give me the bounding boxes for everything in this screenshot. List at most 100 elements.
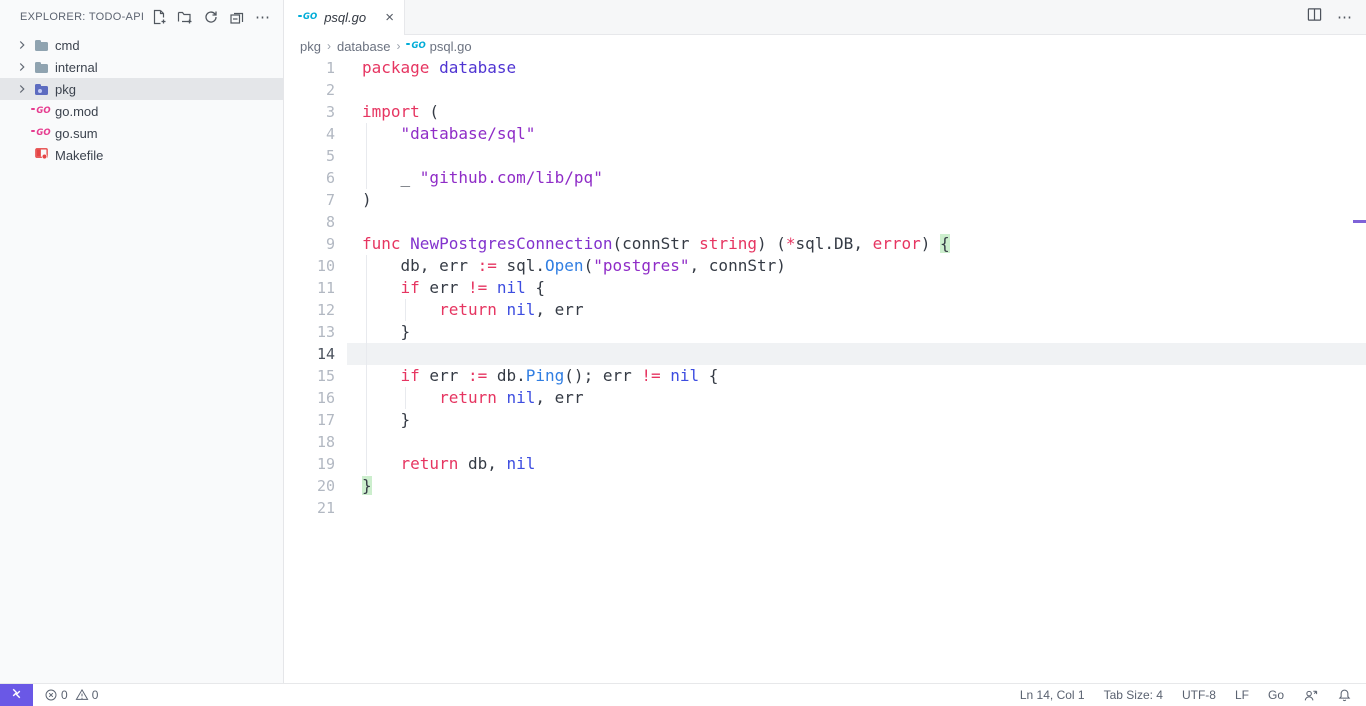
line-number: 4 [285, 123, 347, 145]
tree-item-pkg[interactable]: pkg [0, 78, 283, 100]
code-token: "database/sql" [401, 124, 536, 143]
code-token [401, 234, 411, 253]
new-file-icon[interactable] [151, 9, 167, 25]
code-token: return [439, 388, 497, 407]
line-content: package database [347, 57, 1366, 79]
status-item[interactable]: Tab Size: 4 [1104, 688, 1163, 702]
code-token: } [362, 322, 410, 341]
code-line[interactable]: 13 } [285, 321, 1366, 343]
code-line[interactable]: 9 func NewPostgresConnection(connStr str… [285, 233, 1366, 255]
code-line[interactable]: 5 [285, 145, 1366, 167]
line-number: 2 [285, 79, 347, 101]
notifications-bell-icon[interactable] [1337, 688, 1352, 703]
code-line[interactable]: 11 if err != nil { [285, 277, 1366, 299]
line-content: ) [347, 189, 1366, 211]
line-number: 20 [285, 475, 347, 497]
code-line[interactable]: 21 [285, 497, 1366, 519]
code-line[interactable]: 14 [285, 343, 1366, 365]
code-token: := [468, 366, 487, 385]
code-line[interactable]: 8 [285, 211, 1366, 233]
tree-item-go-sum[interactable]: GO go.sum [0, 122, 283, 144]
file-tree: cmd internal pkg GO go.mod [0, 34, 283, 166]
tree-item-go-mod[interactable]: GO go.mod [0, 100, 283, 122]
code-line[interactable]: 10 db, err := sql.Open("postgres", connS… [285, 255, 1366, 277]
status-item[interactable]: Ln 14, Col 1 [1020, 688, 1085, 702]
line-content: import ( [347, 101, 1366, 123]
breadcrumb-item[interactable]: database [337, 39, 391, 54]
status-item[interactable]: UTF-8 [1182, 688, 1216, 702]
tab-label: psql.go [324, 10, 385, 25]
code-token: , err [535, 300, 583, 319]
folder-icon [35, 64, 48, 73]
tree-item-internal[interactable]: internal [0, 56, 283, 78]
new-folder-icon[interactable] [177, 9, 193, 25]
code-token: nil [497, 278, 526, 297]
tree-item-cmd[interactable]: cmd [0, 34, 283, 56]
explorer-title: EXPLORER: TODO-API [20, 11, 151, 23]
code-line[interactable]: 19 return db, nil [285, 453, 1366, 475]
code-token [362, 300, 439, 319]
code-line[interactable]: 4 "database/sql" [285, 123, 1366, 145]
code-line[interactable]: 6 _ "github.com/lib/pq" [285, 167, 1366, 189]
indent-guide [405, 299, 406, 321]
tab-psql-go[interactable]: GO psql.go × [285, 0, 405, 35]
code-line[interactable]: 2 [285, 79, 1366, 101]
code-line[interactable]: 17 } [285, 409, 1366, 431]
status-right: Ln 14, Col 1 Tab Size: 4 UTF-8 LF Go [1020, 688, 1366, 703]
line-content: return nil, err [347, 387, 1366, 409]
breadcrumb-label: database [337, 39, 391, 54]
code-token: if [401, 366, 420, 385]
code-line[interactable]: 1 package database [285, 57, 1366, 79]
line-content [347, 431, 1366, 453]
breadcrumb-label: psql.go [430, 39, 472, 54]
line-number: 16 [285, 387, 347, 409]
status-item[interactable]: LF [1235, 688, 1249, 702]
explorer-more-icon[interactable]: ⋯ [255, 10, 271, 25]
code-token: err [420, 366, 468, 385]
code-token: } [362, 476, 372, 495]
explorer-header: EXPLORER: TODO-API ⋯ [0, 0, 283, 34]
remote-indicator[interactable] [0, 684, 33, 706]
code-token: != [641, 366, 660, 385]
split-editor-icon[interactable] [1307, 7, 1322, 27]
status-item[interactable]: Go [1268, 688, 1284, 702]
tree-item-makefile[interactable]: Makefile [0, 144, 283, 166]
code-line[interactable]: 15 if err := db.Ping(); err != nil { [285, 365, 1366, 387]
tab-close-icon[interactable]: × [385, 10, 394, 25]
code-line[interactable]: 20 } [285, 475, 1366, 497]
collapse-all-icon[interactable] [229, 9, 245, 25]
refresh-icon[interactable] [203, 9, 219, 25]
indent-guide [366, 321, 367, 343]
code-token: error [873, 234, 921, 253]
breadcrumb-item[interactable]: GO psql.go [406, 39, 471, 54]
code-line[interactable]: 7 ) [285, 189, 1366, 211]
code-line[interactable]: 12 return nil, err [285, 299, 1366, 321]
line-content: return nil, err [347, 299, 1366, 321]
code-token: , err [535, 388, 583, 407]
line-number: 15 [285, 365, 347, 387]
indent-guide [366, 409, 367, 431]
line-content: return db, nil [347, 453, 1366, 475]
code-line[interactable]: 18 [285, 431, 1366, 453]
line-content [347, 343, 1366, 365]
code-line[interactable]: 16 return nil, err [285, 387, 1366, 409]
code-line[interactable]: 3 import ( [285, 101, 1366, 123]
code-token: string [699, 234, 757, 253]
editor-more-icon[interactable]: ⋯ [1337, 10, 1353, 25]
tab-bar: GO psql.go × ⋯ [285, 0, 1366, 35]
problems-indicator[interactable]: 0 0 [44, 688, 98, 702]
folder-icon [35, 42, 48, 51]
breadcrumb-item[interactable]: pkg [300, 39, 321, 54]
breadcrumb-label: pkg [300, 39, 321, 54]
go-file-icon: GO [406, 42, 425, 51]
code-token [429, 58, 439, 77]
code-area[interactable]: 1 package database 2 3 import ( 4 "datab… [285, 57, 1366, 683]
feedback-icon[interactable] [1303, 688, 1318, 703]
chevron-right-icon [14, 59, 30, 75]
code-token: { [940, 234, 950, 253]
explorer-sidebar: EXPLORER: TODO-API ⋯ cmd internal [0, 0, 284, 683]
line-content [347, 211, 1366, 233]
code-token: _ [362, 168, 420, 187]
code-token: != [468, 278, 487, 297]
code-token [362, 366, 401, 385]
